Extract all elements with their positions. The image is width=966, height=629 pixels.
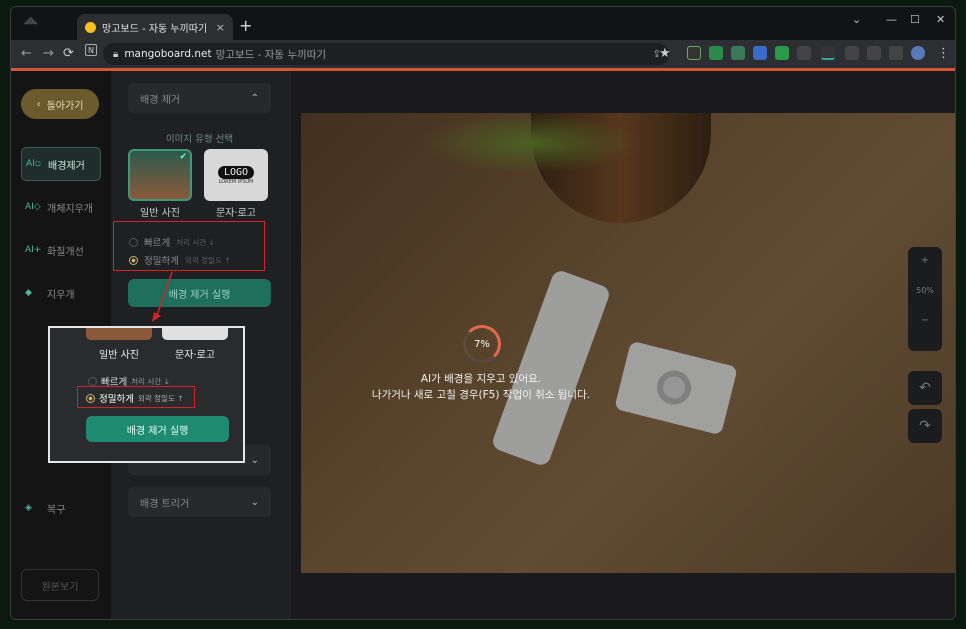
progress-spinner: 7%: [463, 325, 501, 363]
annotation-highlight-box: [113, 221, 265, 271]
chevron-down-icon: ⌄: [250, 496, 259, 508]
processing-overlay: [301, 113, 955, 573]
redo-button[interactable]: ↷: [908, 409, 942, 443]
extension-check-icon[interactable]: [687, 46, 701, 60]
extension-percent-icon[interactable]: [821, 46, 835, 60]
zoom-option-precise: 정밀하게 외곽 정밀도 ↑: [86, 391, 184, 405]
profile-avatar[interactable]: [911, 46, 925, 60]
tab-mangoboard[interactable]: 망고보드 - 자동 누끼따기 ×: [77, 14, 233, 40]
more-menu-icon[interactable]: ⋮: [937, 46, 950, 61]
back-button[interactable]: ‹ 돌아가기: [21, 89, 99, 119]
back-button-label: 돌아가기: [46, 100, 84, 112]
nav-item-restore[interactable]: ◈ 복구: [21, 491, 101, 525]
tab-strip: ◢◣ 망고보드 - 자동 누끼따기 × + ⌄ — ☐ ✕: [11, 7, 955, 40]
forward-arrow-icon[interactable]: →: [43, 46, 54, 61]
zoom-in-button[interactable]: +: [908, 255, 942, 266]
undo-button[interactable]: ↶: [908, 371, 942, 405]
view-original-button[interactable]: 원본보기: [21, 569, 99, 601]
extension-green-icon[interactable]: [775, 46, 789, 60]
chevron-down-icon: ⌄: [250, 454, 259, 466]
zoom-toolbar: + 50% −: [908, 247, 942, 351]
extension-mail-icon[interactable]: [731, 46, 745, 60]
progress-percent: 7%: [474, 338, 490, 350]
extension-translate-icon[interactable]: [753, 46, 767, 60]
address-bar-row: ← → ⟳ N 🔒︎ mangoboard.net 망고보드 - 자동 누끼따기…: [11, 40, 955, 68]
reload-icon[interactable]: ⟳: [63, 46, 74, 61]
zoom-radio-fast: [88, 376, 97, 386]
chevron-up-icon: ⌃: [250, 92, 259, 104]
type-photo-label: 일반 사진: [140, 208, 180, 219]
nav-item-label: 지우개: [47, 289, 75, 301]
processing-message-line1: AI가 배경을 지우고 있어요.: [420, 373, 542, 385]
screen-cast-icon[interactable]: [845, 46, 859, 60]
type-photo-card[interactable]: ✔: [128, 149, 192, 201]
new-tab-button[interactable]: +: [239, 16, 252, 35]
bg-trim-section-header[interactable]: 배경 트리거 ⌄: [128, 487, 271, 517]
lock-icon: 🔒︎: [113, 48, 119, 60]
type-logo-card[interactable]: LOGO LOREM IPSUM: [204, 149, 268, 201]
extensions-puzzle-icon[interactable]: [797, 46, 811, 60]
tab-close-icon[interactable]: ×: [216, 21, 225, 34]
bookmark-star-icon[interactable]: ★: [659, 46, 671, 61]
logo-sample-text: LOGO: [217, 165, 255, 179]
ai-object-eraser-icon: AI◇: [25, 202, 41, 212]
restore-icon: ◈: [25, 503, 32, 513]
chevron-left-icon: ‹: [36, 98, 41, 110]
type-logo-label: 문자·로고: [216, 208, 256, 219]
nav-item-object-eraser[interactable]: AI◇ 개체지우개: [21, 190, 101, 224]
zoom-type-photo-label: 일반 사진: [99, 350, 139, 361]
section-title: 배경 제거: [140, 94, 180, 106]
nav-item-label: 화질개선: [47, 246, 84, 258]
browser-logo-icon: ◢◣: [23, 15, 39, 26]
close-window-button[interactable]: ✕: [936, 13, 945, 26]
bg-remove-section-header[interactable]: 배경 제거 ⌃: [128, 83, 271, 113]
nav-item-label: 복구: [47, 504, 66, 516]
url-domain: mangoboard.net: [124, 48, 212, 60]
nav-item-eraser[interactable]: ◆ 지우개: [21, 276, 101, 310]
nav-item-label: 개체지우개: [47, 203, 93, 215]
zoom-photo-card: [86, 328, 152, 340]
logo-sample-sub: LOREM IPSUM: [218, 178, 254, 185]
zoom-type-logo-label: 문자·로고: [175, 350, 215, 361]
maximize-button[interactable]: ☐: [910, 13, 920, 26]
mango-favicon-icon: [85, 21, 96, 33]
zoom-logo-card: [162, 328, 228, 340]
zoom-radio-precise: [86, 393, 95, 403]
nav-item-label: 배경제거: [48, 160, 85, 172]
photo-canvas[interactable]: 7% AI가 배경을 지우고 있어요. 나가거나 새로 고칠 경우(F5) 작업…: [301, 113, 955, 573]
zoom-option-fast-hint: 처리 시간 ↓: [131, 376, 170, 386]
section-title: 배경 트리거: [140, 498, 190, 510]
zoom-option-precise-hint: 외곽 정밀도 ↑: [137, 393, 184, 403]
eraser-icon: ◆: [25, 288, 32, 298]
processing-message-line2: 나가거나 새로 고칠 경우(F5) 작업이 취소 됩니다.: [371, 389, 591, 401]
ai-bg-remove-icon: AI▫: [26, 159, 41, 169]
extension-shield-icon[interactable]: [709, 46, 723, 60]
zoom-level: 50%: [916, 286, 934, 295]
image-type-label: 이미지 유형 선택: [165, 134, 234, 145]
back-arrow-icon[interactable]: ←: [21, 46, 32, 61]
annotation-arrow: [152, 271, 173, 322]
annotation-zoom-callout: 일반 사진 문자·로고 빠르게 처리 시간 ↓ 정밀하게 외곽 정밀도 ↑ 배경…: [48, 326, 245, 463]
nav-item-bg-remove[interactable]: AI▫ 배경제거: [21, 147, 101, 181]
zoom-run-button: 배경 제거 실행: [86, 416, 229, 442]
screenshot-icon[interactable]: [867, 46, 881, 60]
url-field[interactable]: 🔒︎ mangoboard.net 망고보드 - 자동 누끼따기 ⇪: [103, 43, 669, 65]
canvas-area: 7% AI가 배경을 지우고 있어요. 나가거나 새로 고칠 경우(F5) 작업…: [291, 71, 955, 619]
zoom-option-precise-label: 정밀하게: [99, 394, 134, 405]
processing-message: AI가 배경을 지우고 있어요. 나가거나 새로 고칠 경우(F5) 작업이 취…: [341, 371, 621, 403]
ai-upscale-icon: AI+: [25, 245, 42, 255]
tab-title: 망고보드 - 자동 누끼따기: [102, 23, 208, 35]
tab-search-icon[interactable]: ⌄: [852, 13, 861, 26]
zoom-out-button[interactable]: −: [908, 315, 942, 326]
notion-icon[interactable]: N: [85, 44, 97, 56]
url-page-title: 망고보드 - 자동 누끼따기: [215, 48, 327, 61]
check-icon: ✔: [179, 152, 187, 162]
minimize-button[interactable]: —: [886, 13, 897, 26]
nav-item-upscale[interactable]: AI+ 화질개선: [21, 233, 101, 267]
side-panel-icon[interactable]: [889, 46, 903, 60]
